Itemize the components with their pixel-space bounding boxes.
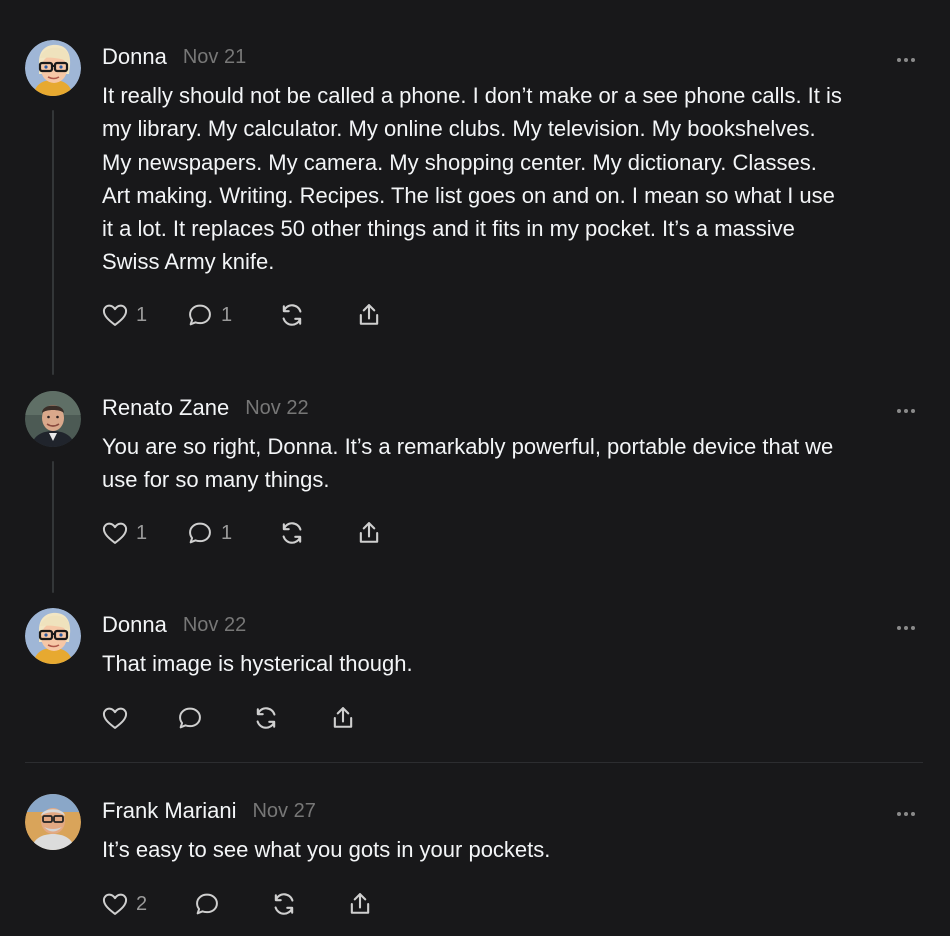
avatar[interactable] [25, 40, 81, 96]
thread-line [52, 110, 54, 375]
repost-icon [277, 519, 307, 547]
reply-button[interactable]: 1 [185, 517, 232, 549]
share-button[interactable] [328, 702, 358, 734]
share-button[interactable] [345, 888, 375, 920]
post-date[interactable]: Nov 27 [252, 800, 315, 823]
text-line: use for so many things. [102, 467, 330, 493]
repost-button[interactable] [269, 888, 299, 920]
author-name[interactable]: Frank Mariani [102, 798, 236, 824]
share-button[interactable] [354, 517, 384, 549]
thread-post: Renato Zane Nov 22 You are so right, Don… [0, 391, 950, 601]
avatar[interactable] [25, 794, 81, 850]
repost-button[interactable] [277, 517, 307, 549]
share-icon [328, 704, 358, 732]
text-line: it a lot. It replaces 50 other things an… [102, 216, 795, 242]
more-horizontal-icon[interactable] [896, 52, 916, 62]
text-line: Swiss Army knife. [102, 249, 275, 275]
repost-icon [277, 301, 307, 329]
divider [25, 762, 923, 763]
reply-count: 1 [221, 521, 233, 544]
reply-button[interactable] [175, 702, 205, 734]
text-line: That image is hysterical though. [102, 651, 413, 676]
heart-icon [100, 519, 130, 547]
more-horizontal-icon[interactable] [896, 806, 916, 816]
post-header: Donna Nov 21 [102, 40, 246, 74]
avatar[interactable] [25, 608, 81, 664]
more-horizontal-icon[interactable] [896, 403, 916, 413]
like-button[interactable] [100, 702, 130, 734]
like-button[interactable]: 2 [100, 888, 147, 920]
share-icon [354, 519, 384, 547]
text-line: It’s easy to see what you gots in your p… [102, 837, 551, 862]
author-name[interactable]: Renato Zane [102, 395, 229, 421]
reply-button[interactable] [192, 888, 222, 920]
share-button[interactable] [354, 299, 384, 331]
post-header: Donna Nov 22 [102, 608, 246, 642]
text-line: Art making. Writing. Recipes. The list g… [102, 182, 835, 208]
post-date[interactable]: Nov 22 [183, 614, 246, 637]
heart-icon [100, 301, 130, 329]
text-line: You are so right, Donna. It’s a remarkab… [102, 434, 834, 459]
reply-count: 1 [221, 303, 233, 326]
like-button[interactable]: 1 [100, 299, 147, 331]
repost-icon [269, 890, 299, 918]
like-count: 2 [136, 892, 148, 915]
thread-post: Donna Nov 21 It really should not be cal… [0, 40, 950, 380]
author-name[interactable]: Donna [102, 612, 167, 638]
comment-bubble-icon [185, 519, 215, 547]
text-line: my library. My calculator. My online clu… [102, 116, 816, 142]
share-icon [345, 890, 375, 918]
avatar[interactable] [25, 391, 81, 447]
share-icon [354, 301, 384, 329]
post-date[interactable]: Nov 21 [183, 46, 246, 69]
post-text: You are so right, Donna. It’s a remarkab… [102, 430, 924, 497]
reply-button[interactable]: 1 [185, 299, 232, 331]
repost-icon [251, 704, 281, 732]
thread-line [52, 461, 54, 593]
repost-button[interactable] [277, 299, 307, 331]
more-horizontal-icon[interactable] [896, 620, 916, 630]
post-text: It’s easy to see what you gots in your p… [102, 833, 924, 866]
text-line: My newspapers. My camera. My shopping ce… [102, 149, 817, 175]
comment-bubble-icon [185, 301, 215, 329]
post-header: Frank Mariani Nov 27 [102, 794, 316, 828]
heart-icon [100, 890, 130, 918]
like-button[interactable]: 1 [100, 517, 147, 549]
post-header: Renato Zane Nov 22 [102, 391, 309, 425]
thread-post: Frank Mariani Nov 27 It’s easy to see wh… [0, 794, 950, 934]
like-count: 1 [136, 521, 148, 544]
heart-icon [100, 704, 130, 732]
author-name[interactable]: Donna [102, 44, 167, 70]
thread-post: Donna Nov 22 That image is hysterical th… [0, 608, 950, 748]
text-line: It really should not be called a phone. … [102, 83, 842, 108]
repost-button[interactable] [251, 702, 281, 734]
like-count: 1 [136, 303, 148, 326]
post-date[interactable]: Nov 22 [245, 397, 308, 420]
comment-bubble-icon [175, 704, 205, 732]
comment-bubble-icon [192, 890, 222, 918]
post-text: That image is hysterical though. [102, 647, 924, 680]
post-text: It really should not be called a phone. … [102, 79, 924, 279]
